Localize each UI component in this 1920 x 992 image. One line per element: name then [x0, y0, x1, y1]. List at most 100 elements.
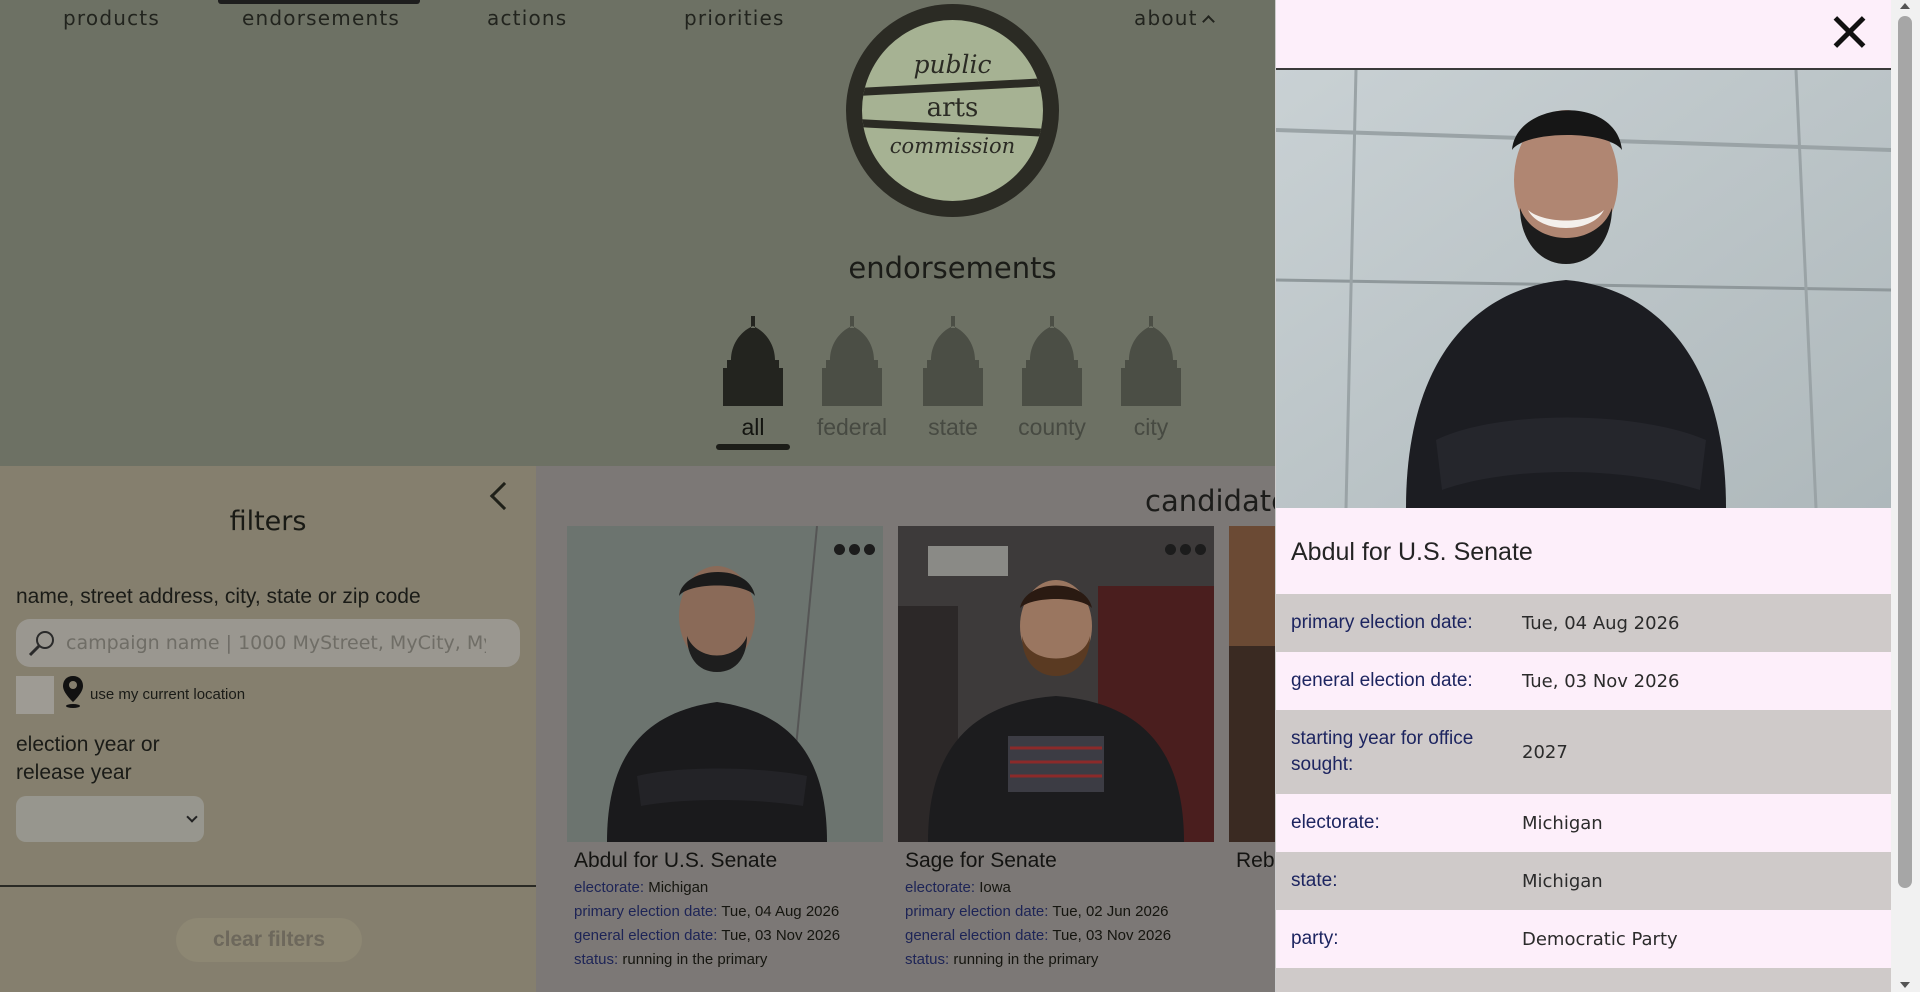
chevron-down-icon — [186, 811, 198, 823]
level-label-county: county — [1018, 414, 1086, 440]
filters-panel: filters name, street address, city, stat… — [0, 466, 536, 992]
detail-key: state: — [1291, 870, 1338, 891]
detail-value: Michigan — [1522, 812, 1603, 834]
detail-row-party: party: Democratic Party — [1276, 910, 1891, 968]
scroll-thumb[interactable] — [1898, 16, 1912, 888]
candidate-name: Reb — [1236, 849, 1275, 872]
candidate-electorate: electorate: Iowa — [905, 876, 1214, 900]
scrollbar[interactable] — [1891, 0, 1920, 992]
candidate-status: status: running in the primary — [905, 948, 1214, 972]
primary-key: primary election date: — [574, 903, 718, 920]
detail-row-next — [1276, 968, 1891, 992]
scroll-down-icon[interactable] — [1900, 982, 1910, 988]
detail-row-primary: primary election date: Tue, 04 Aug 2026 — [1276, 594, 1891, 652]
chevron-up-icon — [1201, 15, 1215, 28]
detail-value: Michigan — [1522, 870, 1603, 892]
candidate-card[interactable]: Reb — [1229, 526, 1275, 876]
level-label-city: city — [1133, 414, 1169, 440]
level-label-federal: federal — [816, 414, 888, 440]
more-options-icon[interactable] — [834, 544, 875, 555]
logo-line-1: public — [913, 50, 992, 79]
page: products endorsements actions priorities… — [0, 0, 1920, 992]
general-value: Tue, 03 Nov 2026 — [721, 927, 841, 944]
results-title: candidates — [1145, 484, 1275, 518]
use-location-label[interactable]: use my current location — [90, 686, 245, 703]
filters-title: filters — [229, 506, 307, 537]
capitol-icon — [723, 316, 783, 406]
candidate-electorate: electorate: Michigan — [574, 876, 883, 900]
nav-about-label: about — [1134, 6, 1198, 30]
search-label: name, street address, city, state or zip… — [16, 585, 421, 608]
capitol-icon — [923, 316, 983, 406]
detail-key: general election date: — [1291, 670, 1473, 691]
candidate-name: Sage for Senate — [905, 849, 1057, 872]
level-label-all: all — [741, 414, 765, 440]
nav-priorities[interactable]: priorities — [684, 6, 785, 30]
detail-value: Tue, 04 Aug 2026 — [1522, 612, 1680, 634]
level-tab-city[interactable]: city — [1114, 316, 1188, 441]
candidate-detail-panel: Abdul for U.S. Senate primary election d… — [1275, 0, 1891, 992]
level-tab-county[interactable]: county — [1010, 316, 1094, 441]
status-value: running in the primary — [622, 951, 768, 968]
capitol-icon — [1022, 316, 1082, 406]
primary-value: Tue, 02 Jun 2026 — [1052, 903, 1169, 920]
public-arts-commission-logo[interactable]: public arts commission — [846, 4, 1059, 217]
results-area: candidates Abdul for U.S. Senate elector… — [536, 466, 1275, 992]
status-key: status: — [574, 951, 619, 968]
detail-row-general: general election date: Tue, 03 Nov 2026 — [1276, 652, 1891, 710]
primary-value: Tue, 04 Aug 2026 — [721, 903, 840, 920]
detail-value: Democratic Party — [1522, 928, 1678, 950]
detail-row-electorate: electorate: Michigan — [1276, 794, 1891, 852]
candidate-photo — [898, 526, 1214, 842]
level-tab-all[interactable]: all — [716, 316, 790, 441]
level-label-state: state — [928, 414, 978, 440]
nav-about[interactable]: about — [1134, 6, 1215, 30]
search-input[interactable]: campaign name | 1000 MyStreet, MyCity, M… — [16, 619, 520, 667]
logo-line-2: arts — [926, 93, 979, 123]
candidate-primary-date: primary election date: Tue, 02 Jun 2026 — [905, 900, 1214, 924]
candidate-photo — [1229, 526, 1275, 842]
candidate-name: Abdul for U.S. Senate — [574, 849, 778, 872]
detail-key: starting year for office sought: — [1291, 728, 1474, 775]
electorate-key: electorate: — [574, 879, 645, 896]
nav-products[interactable]: products — [63, 6, 160, 30]
clear-filters-button[interactable]: clear filters — [176, 918, 362, 962]
scroll-up-icon[interactable] — [1900, 3, 1910, 9]
more-options-icon[interactable] — [1165, 544, 1206, 555]
general-key: general election date: — [905, 927, 1049, 944]
detail-row-starting-year: starting year for office sought: 2027 — [1276, 710, 1891, 794]
detail-value: Tue, 03 Nov 2026 — [1522, 670, 1680, 692]
general-key: general election date: — [574, 927, 718, 944]
logo-line-3: commission — [889, 134, 1016, 158]
capitol-icon — [822, 316, 882, 406]
candidate-detail-name: Abdul for U.S. Senate — [1291, 538, 1533, 566]
detail-value: 2027 — [1522, 741, 1568, 763]
electorate-value: Iowa — [979, 879, 1011, 896]
level-tab-federal[interactable]: federal — [810, 316, 894, 441]
candidate-detail-photo — [1276, 70, 1891, 508]
location-pin-icon — [63, 676, 83, 708]
candidate-status: status: running in the primary — [574, 948, 883, 972]
year-label-line2: release year — [16, 761, 132, 784]
candidate-photo — [567, 526, 883, 842]
candidate-card[interactable]: Abdul for U.S. Senate electorate: Michig… — [567, 526, 883, 972]
year-label-line1: election year or — [16, 733, 160, 756]
detail-key: primary election date: — [1291, 612, 1473, 633]
level-tab-state[interactable]: state — [916, 316, 990, 441]
general-value: Tue, 03 Nov 2026 — [1052, 927, 1172, 944]
candidate-primary-date: primary election date: Tue, 04 Aug 2026 — [574, 900, 883, 924]
nav-actions[interactable]: actions — [487, 6, 567, 30]
status-value: running in the primary — [953, 951, 1099, 968]
nav-active-indicator — [218, 0, 420, 4]
electorate-value: Michigan — [648, 879, 709, 896]
status-key: status: — [905, 951, 950, 968]
capitol-icon — [1121, 316, 1181, 406]
nav-endorsements[interactable]: endorsements — [242, 6, 400, 30]
candidate-card[interactable]: Sage for Senate electorate: Iowa primary… — [898, 526, 1214, 972]
detail-key: party: — [1291, 928, 1339, 949]
use-location-checkbox[interactable] — [16, 676, 54, 714]
close-icon[interactable] — [1827, 10, 1871, 54]
panel-header — [1276, 0, 1891, 70]
filters-divider — [0, 885, 536, 887]
year-select[interactable] — [16, 796, 204, 842]
